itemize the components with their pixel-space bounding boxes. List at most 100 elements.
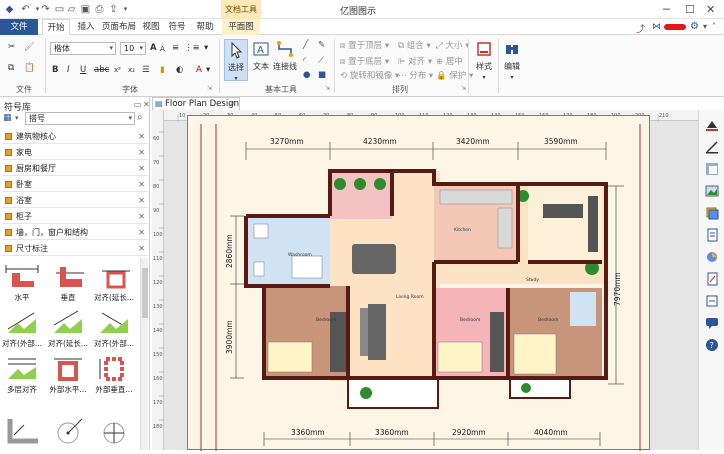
symbol-angle[interactable] xyxy=(0,415,44,448)
category-cabinets[interactable]: 柜子 ✕ xyxy=(2,209,148,224)
close-category-icon[interactable]: ✕ xyxy=(138,241,145,256)
size-button[interactable]: ⤢ 大小 ▾ xyxy=(436,41,470,52)
close-category-icon[interactable]: ✕ xyxy=(138,129,145,144)
close-category-icon[interactable]: ✕ xyxy=(138,225,145,240)
cut-icon[interactable]: ✂ xyxy=(8,42,15,53)
bold-button[interactable]: B xyxy=(52,65,58,76)
shadow-icon[interactable] xyxy=(705,162,719,176)
open-folder-icon[interactable]: ▱ xyxy=(66,4,77,15)
close-button[interactable]: ✕ xyxy=(706,3,715,16)
bedroom-middle[interactable]: Bedroom xyxy=(434,288,508,378)
fill-tool-icon[interactable] xyxy=(705,118,719,132)
redo-icon[interactable]: ↷ xyxy=(40,4,51,15)
user-avatar-redacted[interactable] xyxy=(664,24,686,30)
symbol-outer-horizontal[interactable]: 外部水平... xyxy=(46,355,90,395)
panel-pin-icon[interactable]: ▭ xyxy=(134,100,142,109)
line-tool-icon[interactable]: ╱ xyxy=(303,40,308,51)
close-category-icon[interactable]: ✕ xyxy=(138,193,145,208)
right-dimension-line[interactable]: 7970mm xyxy=(608,185,624,385)
tab-file[interactable]: 文件 xyxy=(0,19,38,35)
connector-button[interactable]: 连接线 xyxy=(272,39,298,81)
font-name-combo[interactable]: 楷体 ▾ xyxy=(50,42,116,55)
settings-dropdown-icon[interactable]: ▾ xyxy=(703,22,707,31)
align-dropdown-icon[interactable]: ▾ xyxy=(204,43,208,54)
style-button[interactable]: 样式 ▾ xyxy=(472,39,496,81)
select-button[interactable]: 选择 ▾ xyxy=(224,39,248,82)
font-color-dropdown-icon[interactable]: ▾ xyxy=(206,65,210,76)
font-color-icon[interactable]: A xyxy=(196,65,202,76)
undo-icon[interactable]: ↶ xyxy=(20,4,31,15)
document-edit-icon[interactable] xyxy=(705,272,719,286)
symbol-horizontal[interactable]: 水平 xyxy=(0,263,44,303)
rectangle-tool-icon[interactable]: ■ xyxy=(318,70,326,81)
category-walls-doors-windows[interactable]: 墙，门，窗户和结构 ✕ xyxy=(2,225,148,240)
library-menu-dropdown-icon[interactable]: ▾ xyxy=(15,114,19,122)
close-category-icon[interactable]: ✕ xyxy=(138,177,145,192)
bullet-list-icon[interactable]: ☰ xyxy=(142,65,150,76)
tab-floor-plan[interactable]: 平面图 xyxy=(222,19,260,35)
format-painter-icon[interactable]: 🖌 xyxy=(24,42,35,53)
tab-symbol[interactable]: 符号 xyxy=(166,19,188,35)
new-file-icon[interactable]: ▭ xyxy=(54,4,65,15)
kitchen[interactable]: Kitchen xyxy=(434,184,518,262)
tab-page-layout[interactable]: 页面布局 xyxy=(101,19,137,35)
strikethrough-button[interactable]: abc xyxy=(94,65,109,76)
symbol-radius[interactable] xyxy=(46,415,90,448)
font-dialog-launcher-icon[interactable]: ⇲ xyxy=(207,83,212,94)
fill-color-icon[interactable]: ◐ xyxy=(176,65,183,76)
symbol-vertical[interactable]: 垂直 xyxy=(46,263,90,303)
close-category-icon[interactable]: ✕ xyxy=(138,161,145,176)
page-icon[interactable] xyxy=(705,228,719,242)
category-dimensioning[interactable]: 尺寸标注 ✕ xyxy=(2,241,148,256)
collapse-ribbon-icon[interactable]: ˄ xyxy=(712,22,716,31)
bottom-dimension-line[interactable]: 3360mm 3360mm 2920mm 4040mm xyxy=(263,428,601,446)
close-tab-icon[interactable]: ✕ xyxy=(229,98,236,110)
align-button[interactable]: ⊫ 对齐 ▾ xyxy=(398,57,432,68)
symbol-search-input[interactable]: 搭号 ▾ xyxy=(25,112,135,125)
category-bathroom[interactable]: 浴室 ✕ xyxy=(2,193,148,208)
category-building-core[interactable]: 建筑物核心 ✕ xyxy=(2,129,148,144)
arrange-dialog-launcher-icon[interactable]: ⇲ xyxy=(461,83,466,94)
library-menu-icon[interactable]: ▦ xyxy=(3,113,12,123)
bedroom-left[interactable]: Bedroom xyxy=(264,286,350,378)
settings-icon[interactable]: ⚙ xyxy=(690,21,699,32)
symbol-aligned-extended-2[interactable]: 对齐(延长... xyxy=(46,309,90,349)
pen-tool-icon[interactable]: ✎ xyxy=(318,40,325,51)
symbol-aligned-outer[interactable]: 对齐(外部... xyxy=(0,309,44,349)
tab-help[interactable]: 帮助 xyxy=(193,19,217,35)
grow-font-icon[interactable]: A xyxy=(150,43,157,54)
drawing-page[interactable]: 3270mm 4230mm 3420mm 3590mm 3360mm 3360m… xyxy=(187,115,651,451)
center-button[interactable]: ⊕ 居中 xyxy=(436,57,463,68)
font-size-combo[interactable]: 10 ▾ xyxy=(120,42,146,55)
washroom[interactable]: Washroom xyxy=(246,216,330,286)
data-icon[interactable] xyxy=(705,250,719,264)
copy-icon[interactable]: ⧉ xyxy=(8,63,14,74)
edit-button[interactable]: 编辑 ▾ xyxy=(500,39,524,81)
symbol-diameter[interactable] xyxy=(92,415,136,448)
superscript-button[interactable]: x² xyxy=(114,65,121,76)
category-appliances[interactable]: 家电 ✕ xyxy=(2,145,148,160)
floor-plan-drawing[interactable]: 3270mm 4230mm 3420mm 3590mm 3360mm 3360m… xyxy=(188,116,651,451)
symbol-multilevel-aligned[interactable]: 多层对齐 xyxy=(0,355,44,395)
italic-button[interactable]: I xyxy=(67,65,70,76)
text-button[interactable]: A 文本 xyxy=(250,39,272,81)
category-bedroom[interactable]: 卧室 ✕ xyxy=(2,177,148,192)
paste-icon[interactable]: 📋 xyxy=(24,63,35,74)
tab-insert[interactable]: 插入 xyxy=(74,19,98,35)
pencil-tool-icon[interactable]: ⟋ xyxy=(318,56,324,67)
print-icon[interactable]: ⎙ xyxy=(94,4,105,15)
export-icon[interactable]: ⇪ xyxy=(108,4,119,15)
courtyard-top[interactable] xyxy=(330,171,392,219)
shrink-font-icon[interactable]: A xyxy=(160,44,165,55)
highlight-icon[interactable]: ▮ xyxy=(160,65,165,76)
ellipse-tool-icon[interactable]: ● xyxy=(303,70,310,81)
layers-icon[interactable] xyxy=(705,206,719,220)
category-kitchen-dining[interactable]: 厨房和餐厅 ✕ xyxy=(2,161,148,176)
left-dimension-line[interactable]: 2860mm 3900mm xyxy=(225,215,244,379)
balcony-left[interactable] xyxy=(347,377,439,409)
arc-tool-icon[interactable]: ◜ xyxy=(303,56,306,67)
top-dimension-line[interactable]: 3270mm 4230mm 3420mm 3590mm xyxy=(245,137,607,160)
dining-room[interactable] xyxy=(517,184,602,262)
tab-view[interactable]: 视图 xyxy=(140,19,162,35)
close-category-icon[interactable]: ✕ xyxy=(138,145,145,160)
